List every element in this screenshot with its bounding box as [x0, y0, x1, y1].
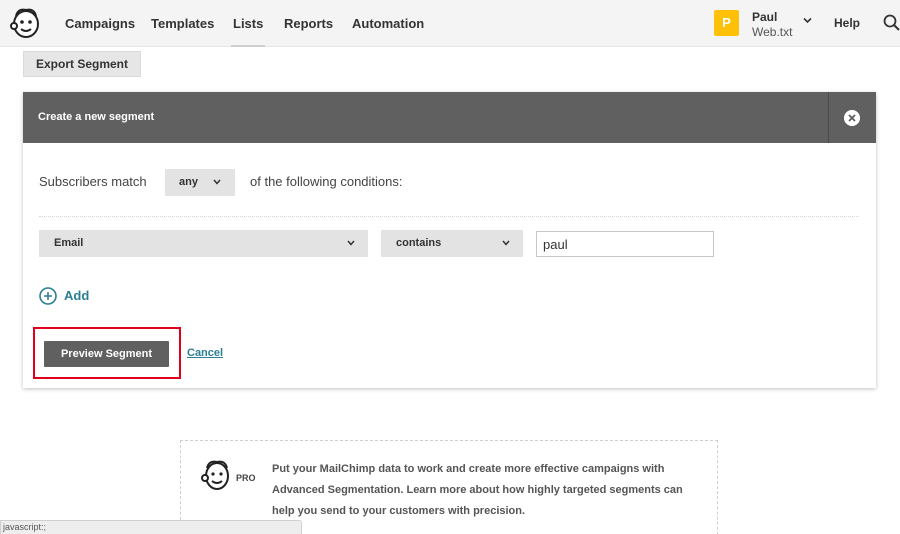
cancel-link[interactable]: Cancel: [187, 347, 223, 359]
match-type-value: any: [179, 176, 198, 188]
match-type-select[interactable]: any: [165, 169, 235, 196]
chevron-down-icon: [347, 240, 355, 246]
nav-automation[interactable]: Automation: [352, 16, 424, 31]
export-segment-button[interactable]: Export Segment: [23, 51, 141, 77]
nav-lists[interactable]: Lists: [230, 16, 266, 47]
chevron-down-icon: [502, 240, 510, 246]
add-condition-button[interactable]: Add: [39, 287, 89, 310]
promo-text: Put your MailChimp data to work and crea…: [272, 463, 683, 517]
mailchimp-logo-icon[interactable]: [10, 6, 42, 40]
user-name[interactable]: Paul: [752, 10, 777, 24]
condition-field-value: Email: [54, 237, 84, 249]
close-icon[interactable]: [844, 110, 860, 126]
mailchimp-pro-icon: [201, 460, 229, 490]
help-link[interactable]: Help: [834, 16, 860, 30]
match-suffix-label: of the following conditions:: [250, 174, 403, 189]
chevron-down-icon: [213, 179, 221, 185]
nav-templates[interactable]: Templates: [151, 16, 214, 31]
avatar[interactable]: P: [714, 10, 739, 36]
segment-panel-header: Create a new segment: [23, 92, 876, 143]
close-panel-button[interactable]: [828, 92, 876, 143]
condition-operator-value: contains: [396, 237, 442, 249]
segment-panel-title: Create a new segment: [38, 111, 155, 123]
condition-value-input[interactable]: [536, 231, 714, 257]
nav-reports[interactable]: Reports: [284, 16, 333, 31]
nav-campaigns[interactable]: Campaigns: [65, 16, 135, 31]
divider: [39, 216, 859, 217]
add-condition-label: Add: [64, 288, 90, 303]
pro-badge: PRO: [236, 473, 256, 483]
search-icon[interactable]: [883, 14, 900, 31]
user-account[interactable]: Web.txt: [752, 25, 792, 39]
match-prefix-label: Subscribers match: [39, 174, 147, 189]
top-nav: Campaigns Templates Lists Reports Automa…: [0, 0, 900, 47]
condition-field-select[interactable]: Email: [39, 230, 368, 257]
preview-segment-button[interactable]: Preview Segment: [44, 341, 169, 367]
browser-status-bar: javascript:;: [0, 520, 302, 534]
condition-operator-select[interactable]: contains: [381, 230, 523, 257]
plus-circle-icon: [39, 287, 57, 305]
chevron-down-icon[interactable]: [803, 17, 812, 24]
segment-panel: Create a new segment Subscribers match a…: [23, 92, 876, 388]
